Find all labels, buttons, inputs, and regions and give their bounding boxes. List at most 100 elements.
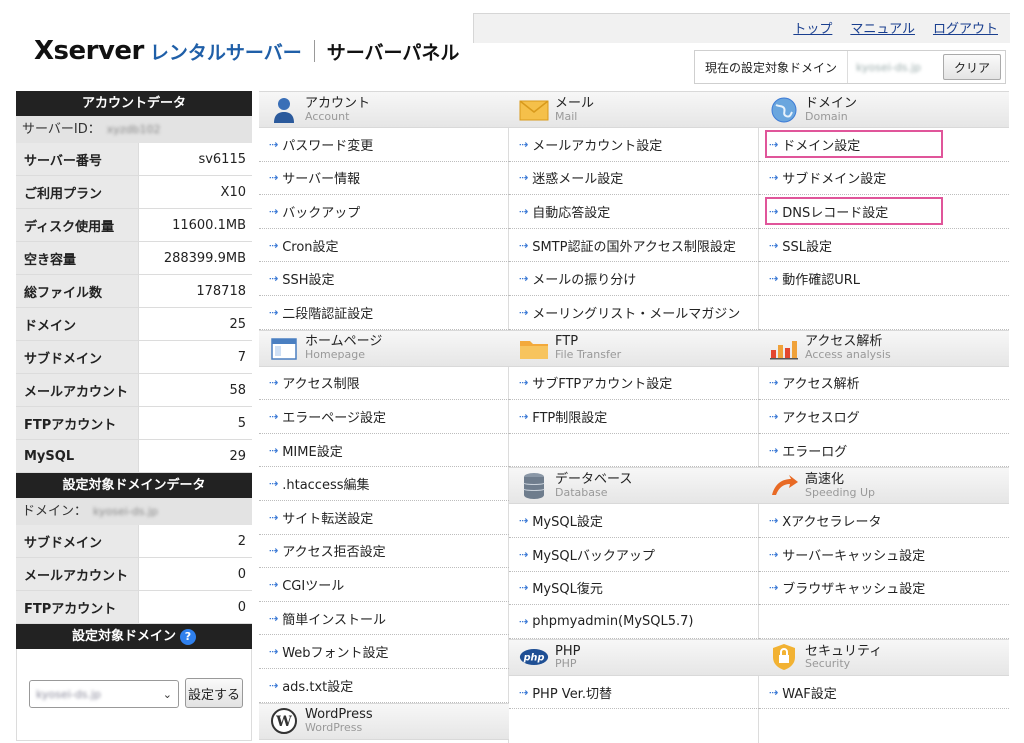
- menu-item[interactable]: ⇢ エラーログ: [759, 434, 1009, 468]
- menu-item-label: 迷惑メール設定: [532, 172, 624, 188]
- menu-item[interactable]: ⇢ エラーページ設定: [259, 400, 509, 434]
- xserver-logo[interactable]: Xserver レンタルサーバー サーバーパネル: [34, 36, 459, 66]
- header: Xserver レンタルサーバー サーバーパネル トップ マニュアル ログアウト…: [0, 0, 1024, 90]
- section-title-en: Database: [555, 485, 608, 499]
- menu-item[interactable]: ⇢ SSH設定: [259, 262, 509, 296]
- domain-data-row: メールアカウント 0: [16, 558, 252, 591]
- menu-item[interactable]: ⇢ MySQL設定: [509, 504, 759, 538]
- logo-brand: Xserver: [34, 36, 144, 66]
- menu-item[interactable]: ⇢ メールの振り分け: [509, 262, 759, 296]
- section-header-access-analysis: アクセス解析 Access analysis: [759, 329, 1009, 367]
- target-domain-select[interactable]: kyosei-ds.jp ⌄: [29, 680, 179, 708]
- menu-item[interactable]: ⇢ MIME設定: [259, 434, 509, 468]
- menu-item[interactable]: ⇢ アクセスログ: [759, 400, 1009, 434]
- domain-value: kyosei-ds.jp: [93, 505, 159, 518]
- php-icon: php: [519, 643, 549, 671]
- menu-item[interactable]: ⇢ 自動応答設定: [509, 195, 759, 229]
- logo-rental-text: レンタルサーバー: [149, 42, 302, 64]
- manual-link[interactable]: マニュアル: [850, 18, 915, 37]
- access-analysis-icon: [769, 334, 799, 362]
- empty-menu-slot: [509, 434, 759, 468]
- menu-item[interactable]: ⇢ バックアップ: [259, 195, 509, 229]
- sidebar: アカウントデータ サーバーID： xyzdb102 サーバー番号 sv6115 ご利用…: [16, 91, 252, 741]
- menu-item-label: アクセス制限: [282, 377, 360, 393]
- account-data-table: サーバー番号 sv6115 ご利用プラン X10 ディスク使用量 11600.1MB 空き容…: [16, 143, 252, 473]
- menu-item[interactable]: ⇢ WAF設定: [759, 676, 1009, 710]
- clear-button[interactable]: クリア: [942, 54, 1001, 80]
- logo-divider: [313, 40, 315, 62]
- arrow-icon: ⇢: [519, 272, 529, 286]
- menu-item-label: SSH設定: [282, 273, 335, 289]
- section-title-en: File Transfer: [555, 348, 622, 362]
- menu-item-label: サブFTPアカウント設定: [532, 377, 673, 393]
- account-data-value: sv6115: [138, 143, 252, 175]
- menu-item[interactable]: ⇢ phpmyadmin(MySQL5.7): [509, 605, 759, 639]
- menu-item[interactable]: ⇢ SMTP認証の国外アクセス制限設定: [509, 229, 759, 263]
- menu-item[interactable]: ⇢ PHP Ver.切替: [509, 676, 759, 710]
- account-data-row: FTPアカウント 5: [16, 407, 252, 440]
- arrow-icon: ⇢: [519, 305, 529, 319]
- menu-item[interactable]: ⇢ CGIツール: [259, 568, 509, 602]
- menu-item[interactable]: ⇢ MySQLバックアップ: [509, 538, 759, 572]
- menu-item-label: SSL設定: [782, 239, 832, 255]
- domain-data-value: 0: [138, 558, 252, 590]
- menu-item[interactable]: ⇢ サブドメイン設定: [759, 162, 1009, 196]
- menu-item[interactable]: ⇢ 迷惑メール設定: [509, 162, 759, 196]
- menu-item[interactable]: ⇢ DNSレコード設定: [759, 195, 1009, 229]
- menu-item[interactable]: ⇢ サイト転送設定: [259, 501, 509, 535]
- section-title-en: Mail: [555, 109, 578, 123]
- target-domain-title: 設定対象ドメイン?: [16, 624, 252, 649]
- account-data-label: MySQL: [16, 440, 138, 472]
- menu-item[interactable]: ⇢ パスワード変更: [259, 128, 509, 162]
- menu-item[interactable]: ⇢ .htaccess編集: [259, 467, 509, 501]
- empty-menu-slot: [759, 605, 1009, 639]
- menu-item[interactable]: ⇢ アクセス拒否設定: [259, 535, 509, 569]
- section-title-en: Homepage: [305, 348, 365, 362]
- logout-link[interactable]: ログアウト: [933, 18, 998, 37]
- menu-item[interactable]: ⇢ Xアクセラレータ: [759, 504, 1009, 538]
- menu-item[interactable]: ⇢ アクセス制限: [259, 367, 509, 401]
- menu-column-2: メール Mail ⇢ メールアカウント設定 ⇢ 迷惑メール設定 ⇢ 自動応答設定 ⇢ SMTP認証…: [509, 91, 759, 710]
- top-links: トップ マニュアル ログアウト: [793, 18, 998, 37]
- ftp-folder-icon: [519, 334, 549, 362]
- menu-item[interactable]: ⇢ メーリングリスト・メールマガジン: [509, 296, 759, 330]
- menu-item[interactable]: ⇢ ブラウザキャッシュ設定: [759, 572, 1009, 606]
- menu-item-label: .htaccess編集: [282, 478, 370, 494]
- current-domain-value: kyosei-ds.jp: [856, 60, 922, 74]
- account-data-value: 11600.1MB: [138, 209, 252, 241]
- section-header-mail: メール Mail: [509, 91, 759, 128]
- menu-item[interactable]: ⇢ SSL設定: [759, 229, 1009, 263]
- set-domain-button[interactable]: 設定する: [185, 678, 243, 708]
- section-title-ja: ドメイン: [805, 95, 858, 111]
- highlight-box: [765, 130, 943, 158]
- menu-item[interactable]: ⇢ FTP制限設定: [509, 400, 759, 434]
- top-link[interactable]: トップ: [793, 18, 832, 37]
- menu-item[interactable]: ⇢ メールアカウント設定: [509, 128, 759, 162]
- menu-item[interactable]: ⇢ サーバー情報: [259, 162, 509, 196]
- menu-item[interactable]: ⇢ 動作確認URL: [759, 262, 1009, 296]
- arrow-icon: ⇢: [769, 685, 779, 699]
- menu-item[interactable]: ⇢ 二段階認証設定: [259, 296, 509, 330]
- account-icon: [269, 96, 299, 124]
- menu-item[interactable]: ⇢ MySQL復元: [509, 572, 759, 606]
- menu-item[interactable]: ⇢ 簡単インストール: [259, 602, 509, 636]
- domain-globe-icon: [769, 96, 799, 124]
- arrow-icon: ⇢: [519, 238, 529, 252]
- account-data-value: 5: [138, 407, 252, 439]
- menu-item[interactable]: ⇢ Cron設定: [259, 229, 509, 263]
- menu-item[interactable]: ⇢ サブFTPアカウント設定: [509, 367, 759, 401]
- menu-item-label: MySQL復元: [532, 582, 603, 598]
- help-icon[interactable]: ?: [180, 628, 196, 645]
- arrow-icon: ⇢: [269, 544, 279, 558]
- menu-item-label: アクセス拒否設定: [282, 545, 386, 561]
- menu-item[interactable]: ⇢ アクセス解析: [759, 367, 1009, 401]
- menu-item-label: CGIツール: [282, 578, 345, 594]
- menu-item[interactable]: ⇢ ドメイン設定: [759, 128, 1009, 162]
- menu-item[interactable]: ⇢ サーバーキャッシュ設定: [759, 538, 1009, 572]
- arrow-icon: ⇢: [269, 409, 279, 423]
- section-title-ja: データベース: [555, 472, 633, 488]
- server-id-row: サーバーID： xyzdb102: [16, 116, 252, 143]
- section-title-ja: ホームページ: [305, 334, 383, 350]
- menu-item[interactable]: ⇢ ads.txt設定: [259, 669, 509, 703]
- menu-item[interactable]: ⇢ Webフォント設定: [259, 635, 509, 669]
